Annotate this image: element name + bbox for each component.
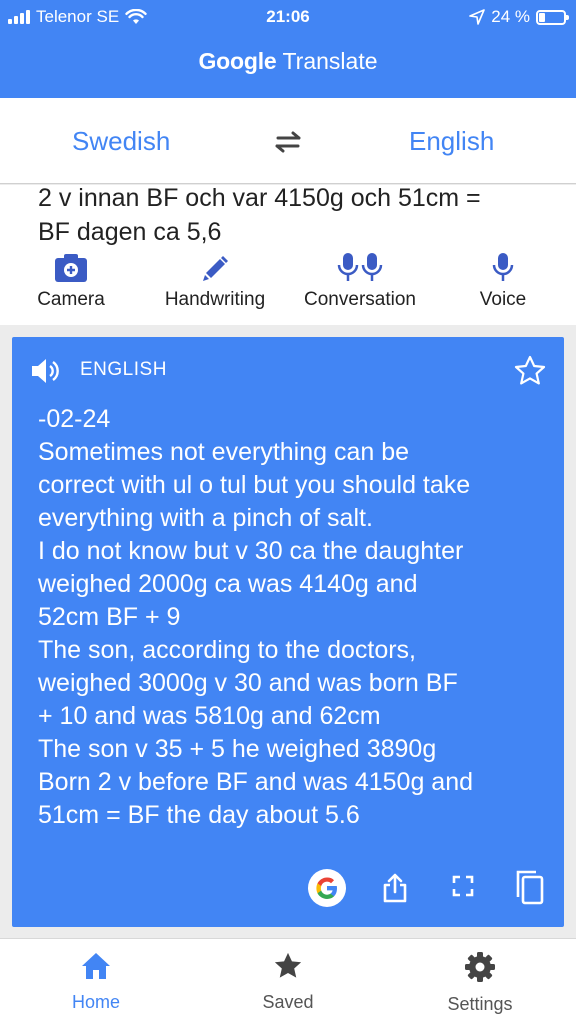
battery-percent: 24 % <box>491 7 530 26</box>
nav-home-label: Home <box>71 992 120 1012</box>
google-search-button[interactable] <box>308 869 346 907</box>
input-area[interactable]: 2 v innan BF och var 4150g och 51cm = BF… <box>0 184 576 325</box>
source-language-button[interactable]: Swedish <box>72 126 170 157</box>
language-bar: Swedish English <box>0 98 576 184</box>
handwriting-button[interactable]: Handwriting <box>154 251 276 311</box>
translation-actions <box>12 869 564 909</box>
fullscreen-icon[interactable] <box>450 873 476 899</box>
camera-icon <box>55 254 87 282</box>
source-text[interactable]: 2 v innan BF och var 4150g och 51cm = BF… <box>38 181 548 249</box>
nav-home[interactable]: Home <box>36 951 156 1013</box>
microphones-icon <box>337 253 383 281</box>
voice-button[interactable]: Voice <box>466 251 540 311</box>
source-text-line: BF dagen ca 5,6 <box>38 218 222 246</box>
translation-line: Sometimes not everything can be <box>38 438 410 466</box>
camera-label: Camera <box>37 289 105 310</box>
camera-button[interactable]: Camera <box>30 251 112 311</box>
nav-saved-label: Saved <box>262 992 314 1012</box>
conversation-label: Conversation <box>304 289 416 310</box>
translation-line: -02-24 <box>38 405 111 433</box>
translation-line: Born 2 v before BF and was 4150g and <box>38 768 474 796</box>
app-title-translate: Translate <box>282 48 378 74</box>
app-title-google: Google <box>198 48 277 74</box>
voice-label: Voice <box>479 289 527 310</box>
translation-line: + 10 and was 5810g and 62cm <box>38 702 381 730</box>
nav-saved[interactable]: Saved <box>228 951 348 1013</box>
nav-settings[interactable]: Settings <box>420 951 540 1015</box>
microphone-icon <box>492 253 514 281</box>
share-icon[interactable] <box>382 873 408 903</box>
battery-icon <box>536 9 569 25</box>
handwriting-label: Handwriting <box>164 289 266 310</box>
app-title: Google Translate <box>0 48 576 75</box>
translation-card[interactable]: ENGLISH -02-24 Sometimes not everything … <box>12 337 564 927</box>
input-tools: Camera Handwriting Conversation Voice <box>0 251 576 313</box>
translation-line: The son, according to the doctors, <box>38 636 416 664</box>
translation-line: 51cm = BF the day about 5.6 <box>38 801 360 829</box>
translation-line: 52cm BF + 9 <box>38 603 181 631</box>
swap-arrows-icon[interactable] <box>272 130 304 154</box>
translation-line: weighed 2000g ca was 4140g and <box>38 570 418 598</box>
gear-icon <box>465 952 495 982</box>
translation-line: correct with ul o tul but you should tak… <box>38 471 471 499</box>
pen-icon <box>203 256 228 281</box>
star-icon <box>274 952 302 978</box>
target-language-button[interactable]: English <box>409 126 494 157</box>
star-outline-icon[interactable] <box>514 355 546 387</box>
speaker-icon[interactable] <box>30 357 62 385</box>
translation-line: The son v 35 + 5 he weighed 3890g <box>38 735 437 763</box>
home-icon <box>82 953 110 979</box>
translation-line: everything with a pinch of salt. <box>38 504 373 532</box>
translation-language-label: ENGLISH <box>80 359 167 380</box>
location-arrow-icon <box>469 9 486 25</box>
translation-line: I do not know but v 30 ca the daughter <box>38 537 464 565</box>
copy-icon[interactable] <box>512 869 544 905</box>
conversation-button[interactable]: Conversation <box>294 251 426 311</box>
translation-line: weighed 3000g v 30 and was born BF <box>38 669 458 697</box>
nav-settings-label: Settings <box>447 994 513 1014</box>
status-bar: Telenor SE 21:06 24 % <box>0 0 576 34</box>
bottom-navigation: Home Saved Settings <box>0 938 576 1024</box>
app-header: Telenor SE 21:06 24 % Google Translate <box>0 0 576 98</box>
translation-text: -02-24 Sometimes not everything can be c… <box>38 403 558 832</box>
source-text-line: 2 v innan BF och var 4150g och 51cm = <box>38 184 481 212</box>
google-g-icon <box>316 877 337 899</box>
